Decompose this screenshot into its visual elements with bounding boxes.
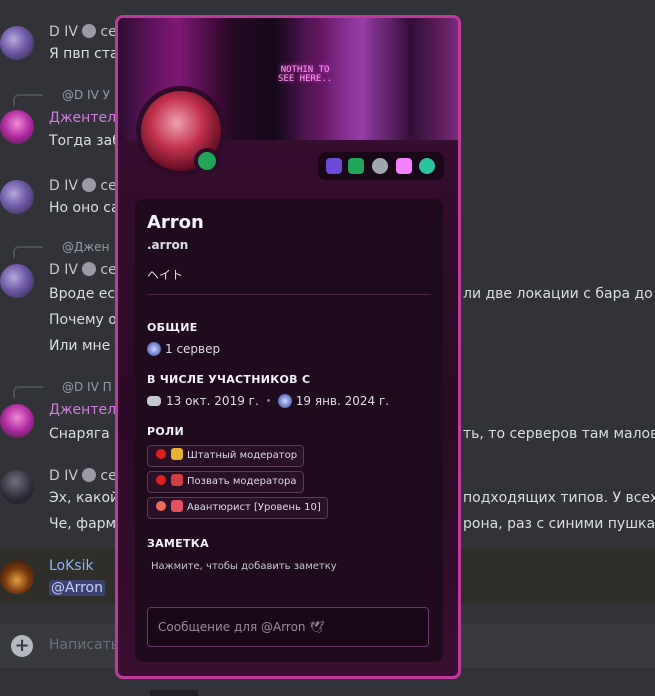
message-text: Вроде ест — [49, 286, 124, 302]
username[interactable]: D IV — [49, 468, 78, 484]
message-text: Или мне н — [49, 338, 124, 354]
avatar[interactable] — [0, 470, 34, 504]
message-text: Я пвп ста — [49, 46, 119, 62]
role-color-dot[interactable] — [156, 449, 166, 459]
section-roles-title: РОЛИ — [147, 425, 184, 438]
message-text: Тогда заб — [49, 133, 121, 149]
separator-dot — [266, 399, 270, 402]
reply-reference[interactable]: @Джен — [62, 240, 109, 254]
divider — [147, 294, 431, 295]
note-input[interactable]: Нажмите, чтобы добавить заметку — [151, 561, 337, 572]
avatar[interactable] — [0, 110, 34, 144]
phone-icon — [171, 474, 183, 486]
reply-reference[interactable]: @D IV У — [62, 88, 110, 102]
quest-icon[interactable] — [419, 158, 435, 174]
profile-popout: NOTHIN TO SEE HERE.. Arron .arron ヘイト ОБ… — [115, 15, 461, 679]
scrollbar[interactable] — [150, 690, 198, 696]
message-text-overflow: ли две локации с бара до м — [463, 286, 655, 302]
role-pill[interactable]: Штатный модератор — [147, 445, 305, 467]
avatar[interactable] — [0, 180, 34, 214]
reply-reference[interactable]: @D IV П — [62, 380, 112, 394]
direct-message-box[interactable] — [147, 607, 429, 647]
skull-icon — [81, 24, 96, 38]
message-text-overflow: рона, раз с синими пушками — [463, 516, 655, 532]
role-color-dot[interactable] — [156, 475, 166, 485]
role-color-dot[interactable] — [156, 501, 166, 511]
avatar[interactable] — [0, 404, 34, 438]
server-join-date: 19 янв. 2024 г. — [295, 394, 390, 408]
server-icon — [147, 342, 161, 356]
hypesquad-icon[interactable] — [326, 158, 342, 174]
online-status-icon — [194, 148, 220, 174]
message-text: Че, фарми — [49, 516, 126, 532]
reply-connector — [13, 94, 43, 106]
skull-icon — [81, 178, 96, 192]
message-text-overflow: ть, то серверов там маловат — [463, 426, 655, 442]
user-mention[interactable]: @Arron — [49, 580, 105, 596]
developer-icon[interactable] — [348, 158, 364, 174]
boost-icon[interactable] — [396, 158, 412, 174]
discord-join-date: 13 окт. 2019 г. — [166, 394, 259, 408]
username-handle[interactable]: .arron — [147, 238, 188, 252]
message-text: Почему о — [49, 312, 117, 328]
message-text: Эх, какой — [49, 490, 120, 506]
role-name: Штатный модератор — [187, 450, 298, 461]
server-icon — [277, 394, 292, 408]
section-note-title: ЗАМЕТКА — [147, 537, 209, 550]
member-since-row: 13 окт. 2019 г. 19 янв. 2024 г. — [147, 394, 389, 408]
section-general-title: ОБЩИЕ — [147, 321, 198, 334]
role-name: Авантюрист [Уровень 10] — [187, 502, 321, 513]
skull-icon — [81, 468, 96, 482]
direct-message-input[interactable] — [148, 608, 428, 646]
section-member-since-title: В ЧИСЛЕ УЧАСТНИКОВ С — [147, 373, 311, 386]
message-text: Но оно са — [49, 200, 120, 216]
plus-icon[interactable]: + — [11, 635, 33, 657]
message-text: Снаряга с — [49, 426, 122, 442]
composer-placeholder[interactable]: Написать — [49, 637, 119, 653]
nitro-icon[interactable] — [372, 158, 388, 174]
reply-connector — [13, 246, 43, 258]
avatar[interactable] — [0, 264, 34, 298]
role-pill[interactable]: Авантюрист [Уровень 10] — [147, 497, 328, 519]
mutual-servers-label: 1 сервер — [165, 342, 221, 356]
profile-info-panel: Arron .arron ヘイト ОБЩИЕ 1 сервер В ЧИСЛЕ … — [135, 199, 443, 662]
avatar[interactable] — [0, 26, 34, 60]
mutual-servers[interactable]: 1 сервер — [147, 342, 220, 356]
custom-status: ヘイト — [147, 268, 184, 282]
discord-icon — [147, 396, 161, 406]
crown-icon — [171, 448, 183, 460]
username[interactable]: D IV — [49, 262, 78, 278]
username[interactable]: Джентель — [49, 110, 124, 126]
avatar[interactable] — [0, 560, 34, 594]
backpack-icon — [171, 500, 183, 512]
role-name: Позвать модератора — [187, 476, 297, 487]
display-name: Arron — [147, 212, 204, 233]
neon-sign-text: NOTHIN TO SEE HERE.. — [278, 65, 333, 84]
username[interactable]: Джентель — [49, 402, 124, 418]
username[interactable]: D IV — [49, 178, 78, 194]
username[interactable]: LoKsik — [49, 558, 94, 574]
skull-icon — [81, 262, 96, 276]
message-text-overflow: подходящих типов. У всех с — [463, 490, 655, 506]
role-pill[interactable]: Позвать модератора — [147, 471, 304, 493]
reply-connector — [13, 386, 43, 398]
username[interactable]: D IV — [49, 24, 78, 40]
badge-bar — [318, 152, 444, 180]
